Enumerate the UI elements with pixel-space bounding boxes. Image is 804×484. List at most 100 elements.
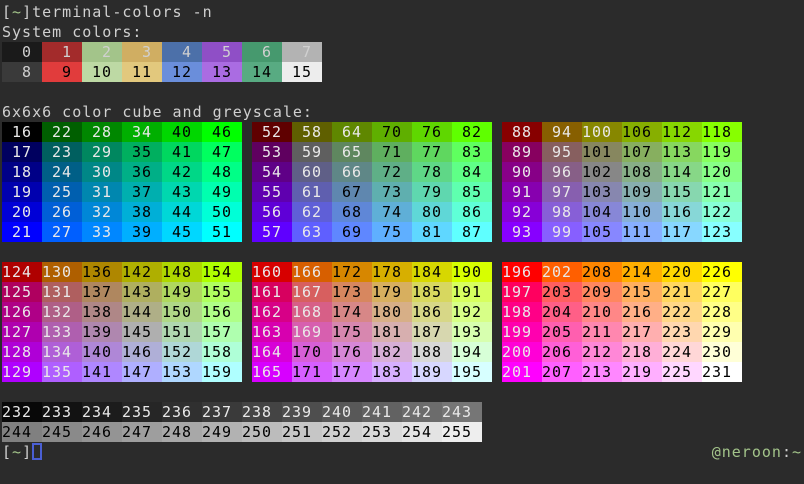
color-cell-133: 133 [42,322,82,342]
host-separator: : [782,443,792,461]
color-cell-65: 65 [332,142,372,162]
color-cube-top: 1622283440461723293541471824303642481925… [2,122,802,242]
color-cell-100: 100 [582,122,622,142]
color-cell-189: 189 [412,362,452,382]
color-cell-163: 163 [252,322,292,342]
color-cell-59: 59 [292,142,332,162]
color-cell-101: 101 [582,142,622,162]
color-cell-20: 20 [2,202,42,222]
color-cell-93: 93 [502,222,542,242]
color-cell-178: 178 [372,262,412,282]
host-user: @neroon [712,443,782,461]
color-cell-238: 238 [242,402,282,422]
system-colors-row-0: 01234567 [2,42,802,62]
color-cell-185: 185 [412,282,452,302]
color-cell-26: 26 [42,202,82,222]
prompt-bracket-open: [ [2,443,12,461]
color-cell-72: 72 [372,162,412,182]
color-cell-205: 205 [542,322,582,342]
color-cell-149: 149 [162,282,202,302]
color-cell-78: 78 [412,162,452,182]
color-cell-85: 85 [452,182,492,202]
color-cell-61: 61 [292,182,332,202]
color-cell-191: 191 [452,282,492,302]
color-cell-188: 188 [412,342,452,362]
color-cell-230: 230 [702,342,742,362]
color-cell-193: 193 [452,322,492,342]
cube-block-196: 1962022082142202261972032092152212271982… [502,262,742,382]
color-cell-137: 137 [82,282,122,302]
color-cell-199: 199 [502,322,542,342]
cube-row: 160166172178184190 [252,262,492,282]
color-cell-70: 70 [372,122,412,142]
color-cell-187: 187 [412,322,452,342]
cube-row: 576369758187 [252,222,492,242]
color-cell-107: 107 [622,142,662,162]
color-cell-62: 62 [292,202,332,222]
color-cell-80: 80 [412,202,452,222]
color-cell-223: 223 [662,322,702,342]
color-cell-76: 76 [412,122,452,142]
color-cell-109: 109 [622,182,662,202]
color-cell-146: 146 [122,342,162,362]
color-cell-138: 138 [82,302,122,322]
color-cell-9: 9 [42,62,82,82]
color-cell-106: 106 [622,122,662,142]
color-cell-142: 142 [122,262,162,282]
color-cell-75: 75 [372,222,412,242]
color-cell-87: 87 [452,222,492,242]
bottom-prompt-line: [~] @neroon:~ [2,442,802,462]
color-cell-192: 192 [452,302,492,322]
cube-row: 199205211217223229 [502,322,742,342]
color-cell-214: 214 [622,262,662,282]
color-cell-57: 57 [252,222,292,242]
color-cell-15: 15 [282,62,322,82]
color-cell-28: 28 [82,122,122,142]
blank-line [2,82,802,102]
color-cell-124: 124 [2,262,42,282]
color-cell-51: 51 [202,222,242,242]
color-cell-91: 91 [502,182,542,202]
color-cell-241: 241 [362,402,402,422]
color-cell-203: 203 [542,282,582,302]
command-text: terminal-colors -n [32,3,213,21]
color-cell-225: 225 [662,362,702,382]
color-cell-90: 90 [502,162,542,182]
cube-block-88: 8894100106112118899510110711311990961021… [502,122,742,242]
color-cell-234: 234 [82,402,122,422]
color-cell-12: 12 [162,62,202,82]
color-cell-176: 176 [332,342,372,362]
system-colors-row-1: 89101112131415 [2,62,802,82]
cube-row: 172329354147 [2,142,242,162]
color-cell-1: 1 [42,42,82,62]
color-cell-108: 108 [622,162,662,182]
color-cell-11: 11 [122,62,162,82]
color-cell-32: 32 [82,202,122,222]
color-cell-210: 210 [582,302,622,322]
color-cell-54: 54 [252,162,292,182]
cube-row: 128134140146152158 [2,342,242,362]
color-cell-253: 253 [362,422,402,442]
cube-row: 165171177183189195 [252,362,492,382]
prompt-path: ~ [12,3,22,21]
cube-block-52: 5258647076825359657177835460667278845561… [252,122,492,242]
color-cell-172: 172 [332,262,372,282]
color-cell-73: 73 [372,182,412,202]
cube-row: 200206212218224230 [502,342,742,362]
cube-row: 162228344046 [2,122,242,142]
color-cell-134: 134 [42,342,82,362]
cube-row: 201207213219225231 [502,362,742,382]
color-cell-254: 254 [402,422,442,442]
terminal[interactable]: [~]terminal-colors -n System colors: 012… [0,0,804,484]
color-cell-88: 88 [502,122,542,142]
color-cell-220: 220 [662,262,702,282]
cube-row: 197203209215221227 [502,282,742,302]
color-cell-47: 47 [202,142,242,162]
color-cell-219: 219 [622,362,662,382]
color-cell-39: 39 [122,222,162,242]
color-cell-63: 63 [292,222,332,242]
color-cell-157: 157 [202,322,242,342]
color-cell-179: 179 [372,282,412,302]
color-cell-140: 140 [82,342,122,362]
color-cell-231: 231 [702,362,742,382]
